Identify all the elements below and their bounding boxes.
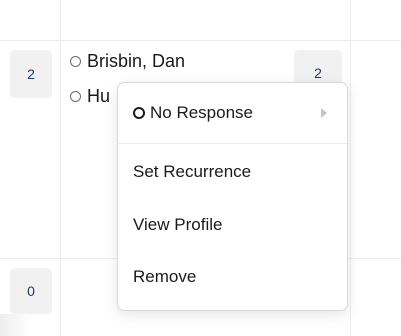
menu-item-label: Remove xyxy=(133,267,197,286)
person-name: Hu xyxy=(87,85,111,106)
menu-item-label: No Response xyxy=(150,103,254,122)
response-status-icon xyxy=(70,55,81,67)
scroll-fade xyxy=(0,314,30,336)
menu-item-response-status[interactable]: No Response xyxy=(118,83,347,143)
grid-column-divider xyxy=(60,0,61,336)
context-menu: No Response Set Recurrence View Profile … xyxy=(117,82,348,311)
menu-item-set-recurrence[interactable]: Set Recurrence xyxy=(118,147,347,197)
menu-item-view-profile[interactable]: View Profile xyxy=(118,200,347,250)
person-entry[interactable]: Brisbin, Dan xyxy=(70,50,185,72)
menu-item-label: Set Recurrence xyxy=(133,162,252,181)
person-entry[interactable]: Hu xyxy=(70,85,110,107)
no-response-icon xyxy=(133,107,145,119)
row-count-chip[interactable]: 2 xyxy=(10,50,52,98)
row-count-chip[interactable]: 0 xyxy=(10,268,52,314)
response-status-icon xyxy=(70,90,81,102)
menu-item-remove[interactable]: Remove xyxy=(118,252,347,302)
grid-column-divider xyxy=(350,0,351,336)
grid-row-divider xyxy=(0,40,401,41)
submenu-arrow-icon xyxy=(321,108,327,118)
menu-item-label: View Profile xyxy=(133,215,223,234)
menu-divider xyxy=(118,143,347,144)
person-name: Brisbin, Dan xyxy=(87,50,186,71)
